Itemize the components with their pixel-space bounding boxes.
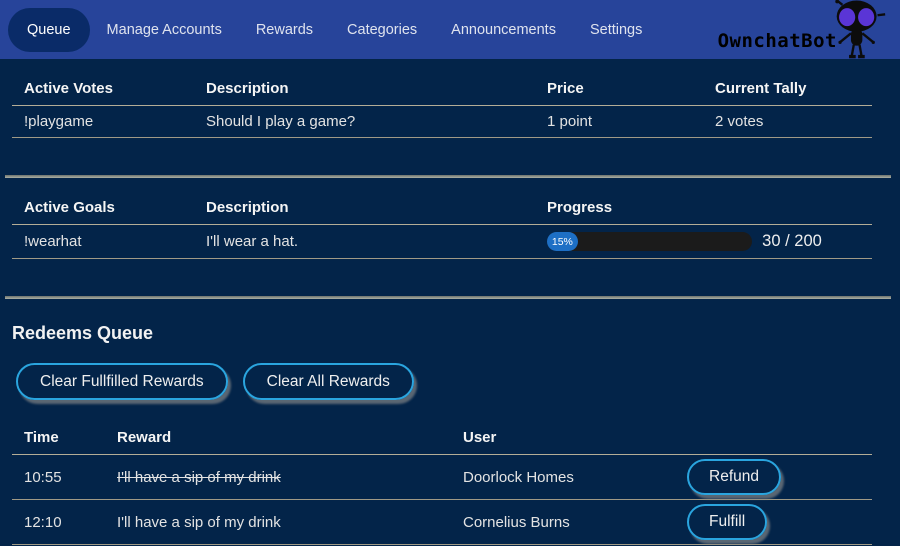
active-goals-table: Active Goals Description Progress !wearh…: [12, 178, 872, 259]
logo-wordmark: OwnchatBot: [718, 30, 837, 52]
progress-bar: 15%: [547, 232, 752, 251]
nav-item-manage-accounts[interactable]: Manage Accounts: [90, 22, 239, 38]
goal-command: !wearhat: [12, 225, 194, 259]
redeem-time: 10:55: [12, 455, 105, 500]
nav-item-queue[interactable]: Queue: [8, 8, 90, 52]
active-votes-table: Active Votes Description Price Current T…: [12, 59, 872, 138]
refund-button[interactable]: Refund: [687, 459, 781, 495]
nav-item-categories[interactable]: Categories: [330, 22, 434, 38]
redeems-header-user: User: [451, 408, 687, 455]
nav-item-settings[interactable]: Settings: [573, 22, 659, 38]
nav-item-announcements[interactable]: Announcements: [434, 22, 573, 38]
goals-header-command: Active Goals: [12, 178, 194, 225]
vote-description: Should I play a game?: [194, 106, 535, 138]
redeem-user: Doorlock Homes: [451, 455, 687, 500]
table-row: !wearhat I'll wear a hat. 15% 30 / 200: [12, 225, 872, 259]
redeem-user: Cornelius Burns: [451, 500, 687, 545]
votes-header-tally: Current Tally: [703, 59, 872, 106]
votes-header-command: Active Votes: [12, 59, 194, 106]
goal-progress-cell: 15% 30 / 200: [535, 225, 872, 259]
progress-bar-fill: 15%: [547, 232, 578, 251]
table-header-row: Active Votes Description Price Current T…: [12, 59, 872, 106]
votes-header-price: Price: [535, 59, 703, 106]
table-row: 12:10 I'll have a sip of my drink Cornel…: [12, 500, 872, 545]
redeems-queue-title: Redeems Queue: [12, 323, 888, 344]
redeems-header-time: Time: [12, 408, 105, 455]
vote-price: 1 point: [535, 106, 703, 138]
queue-page: Active Votes Description Price Current T…: [0, 59, 900, 545]
redeems-queue-section: Redeems Queue Clear Fullfilled Rewards C…: [12, 323, 888, 545]
redeems-table: Time Reward User 10:55 I'll have a sip o…: [12, 408, 872, 545]
table-header-row: Active Goals Description Progress: [12, 178, 872, 225]
redeems-header-action: [687, 408, 872, 455]
robot-logo-icon: [831, 0, 888, 59]
redeem-time: 12:10: [12, 500, 105, 545]
redeem-reward: I'll have a sip of my drink: [105, 500, 451, 545]
active-votes-section: Active Votes Description Price Current T…: [12, 59, 888, 178]
goals-header-progress: Progress: [535, 178, 872, 225]
app-logo: OwnchatBot: [718, 0, 888, 59]
clear-all-rewards-button[interactable]: Clear All Rewards: [243, 363, 414, 400]
vote-command: !playgame: [12, 106, 194, 138]
table-row: 10:55 I'll have a sip of my drink Doorlo…: [12, 455, 872, 500]
redeem-action-cell: Refund: [687, 455, 872, 500]
top-nav: Queue Manage Accounts Rewards Categories…: [0, 0, 900, 59]
votes-header-description: Description: [194, 59, 535, 106]
redeem-reward: I'll have a sip of my drink: [105, 455, 451, 500]
table-header-row: Time Reward User: [12, 408, 872, 455]
redeems-header-reward: Reward: [105, 408, 451, 455]
goals-header-description: Description: [194, 178, 535, 225]
redeem-action-cell: Fulfill: [687, 500, 872, 545]
fulfill-button[interactable]: Fulfill: [687, 504, 767, 540]
vote-tally: 2 votes: [703, 106, 872, 138]
clear-fulfilled-rewards-button[interactable]: Clear Fullfilled Rewards: [16, 363, 228, 400]
active-goals-section: Active Goals Description Progress !wearh…: [12, 178, 888, 299]
progress-value: 30 / 200: [762, 232, 822, 250]
nav-item-rewards[interactable]: Rewards: [239, 22, 330, 38]
goal-description: I'll wear a hat.: [194, 225, 535, 259]
redeems-actions: Clear Fullfilled Rewards Clear All Rewar…: [16, 363, 888, 400]
table-row: !playgame Should I play a game? 1 point …: [12, 106, 872, 138]
